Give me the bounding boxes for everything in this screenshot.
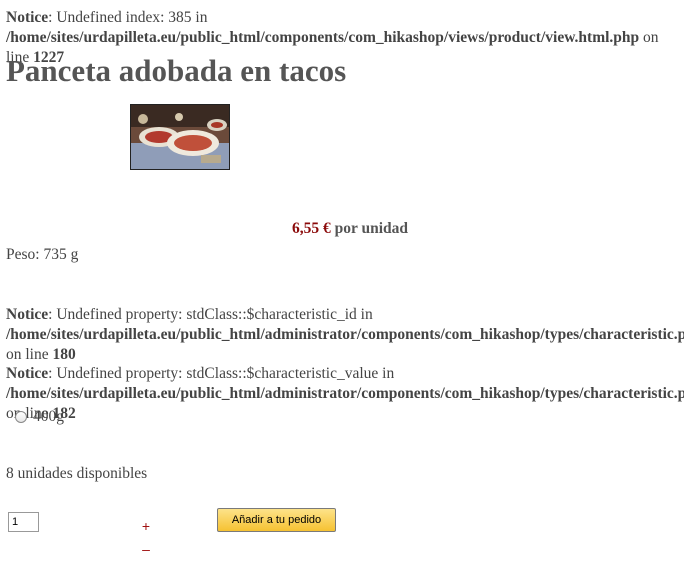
- product-title: Panceta adobada en tacos: [6, 53, 347, 88]
- notice-message: Undefined property: stdClass::$character…: [56, 306, 373, 323]
- notice-on-line: on line: [6, 346, 53, 363]
- product-price: 6,55 € por unidad: [292, 219, 408, 239]
- variant-option[interactable]: 400g: [15, 407, 64, 427]
- add-to-cart-button[interactable]: Añadir a tu pedido: [217, 508, 336, 532]
- product-weight: Peso: 735 g: [6, 246, 79, 263]
- notice-label: Notice: [6, 365, 49, 382]
- product-photo-graphic: [131, 105, 229, 169]
- notice-label: Notice: [6, 9, 49, 26]
- product-image[interactable]: [130, 104, 230, 170]
- notice-line-number: 180: [52, 346, 76, 363]
- notice-path: /home/sites/urdapilleta.eu/public_html/a…: [6, 326, 684, 343]
- price-unit: por unidad: [330, 220, 409, 237]
- stock-availability: 8 unidades disponibles: [6, 465, 148, 482]
- quantity-input[interactable]: [8, 512, 39, 532]
- quantity-increase-button[interactable]: +: [139, 519, 153, 533]
- price-value: 6,55 €: [292, 220, 331, 237]
- php-notice: Notice: Undefined property: stdClass::$c…: [6, 364, 684, 424]
- variant-radio[interactable]: [15, 411, 27, 423]
- notice-message: Undefined index: 385 in: [56, 9, 208, 26]
- notice-message: Undefined property: stdClass::$character…: [56, 365, 395, 382]
- php-notice: Notice: Undefined property: stdClass::$c…: [6, 305, 684, 365]
- notice-path: /home/sites/urdapilleta.eu/public_html/c…: [6, 29, 640, 46]
- notice-path: /home/sites/urdapilleta.eu/public_html/a…: [6, 385, 684, 402]
- notice-label: Notice: [6, 306, 49, 323]
- quantity-decrease-button[interactable]: –: [139, 542, 153, 556]
- variant-label: 400g: [33, 408, 64, 425]
